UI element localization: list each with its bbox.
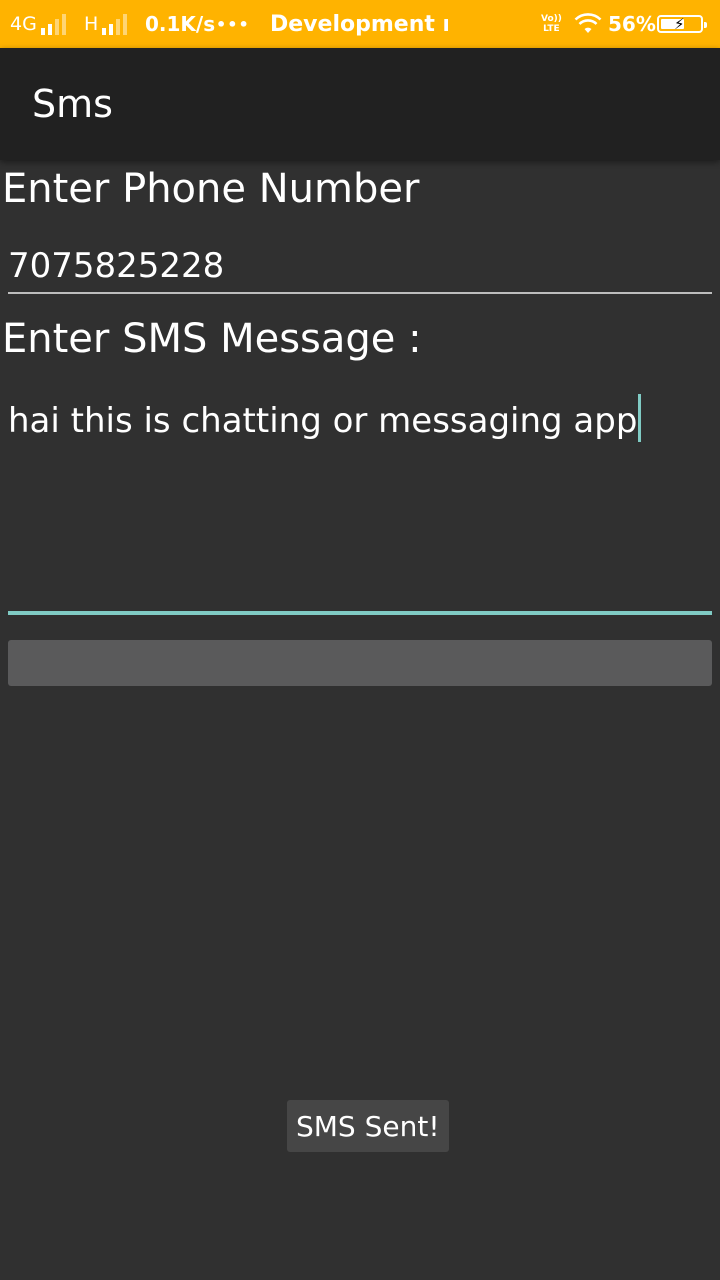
phone-number-input[interactable]: 7075825228: [8, 244, 712, 294]
phone-number-label: Enter Phone Number: [2, 166, 420, 212]
network-4g-indicator: 4G: [10, 0, 66, 48]
wifi-icon: [574, 0, 602, 48]
volte-bottom-label: LTE: [543, 24, 560, 34]
sms-message-input[interactable]: hai this is chatting or messaging app: [8, 392, 712, 615]
signal-bars-icon: [102, 13, 128, 35]
volte-top-label: Vo)): [541, 14, 562, 24]
send-sms-button[interactable]: [8, 640, 712, 686]
signal-bars-icon: [40, 13, 66, 35]
status-bar: 4G H 0.1K/s ••• Development m Vo)) LTE 5…: [0, 0, 720, 48]
more-notifications-icon: •••: [216, 14, 250, 34]
battery-percent: 56%: [608, 12, 656, 36]
network-4g-label: 4G: [10, 13, 37, 35]
phone-number-value: 7075825228: [8, 246, 225, 286]
notification-ticker: Development m: [270, 11, 448, 37]
sms-message-label: Enter SMS Message :: [2, 316, 422, 362]
network-h-label: H: [84, 13, 99, 35]
sms-message-value: hai this is chatting or messaging app: [8, 394, 642, 442]
text-cursor: [638, 394, 642, 442]
volte-icon: Vo)) LTE: [541, 0, 562, 48]
toast-message: SMS Sent!: [287, 1100, 449, 1152]
app-bar: Sms: [0, 48, 720, 160]
battery-icon: ⚡: [657, 0, 707, 48]
app-title: Sms: [32, 82, 113, 126]
sms-message-text: hai this is chatting or messaging app: [8, 401, 638, 441]
network-h-indicator: H: [84, 0, 128, 48]
network-speed: 0.1K/s: [145, 12, 216, 36]
